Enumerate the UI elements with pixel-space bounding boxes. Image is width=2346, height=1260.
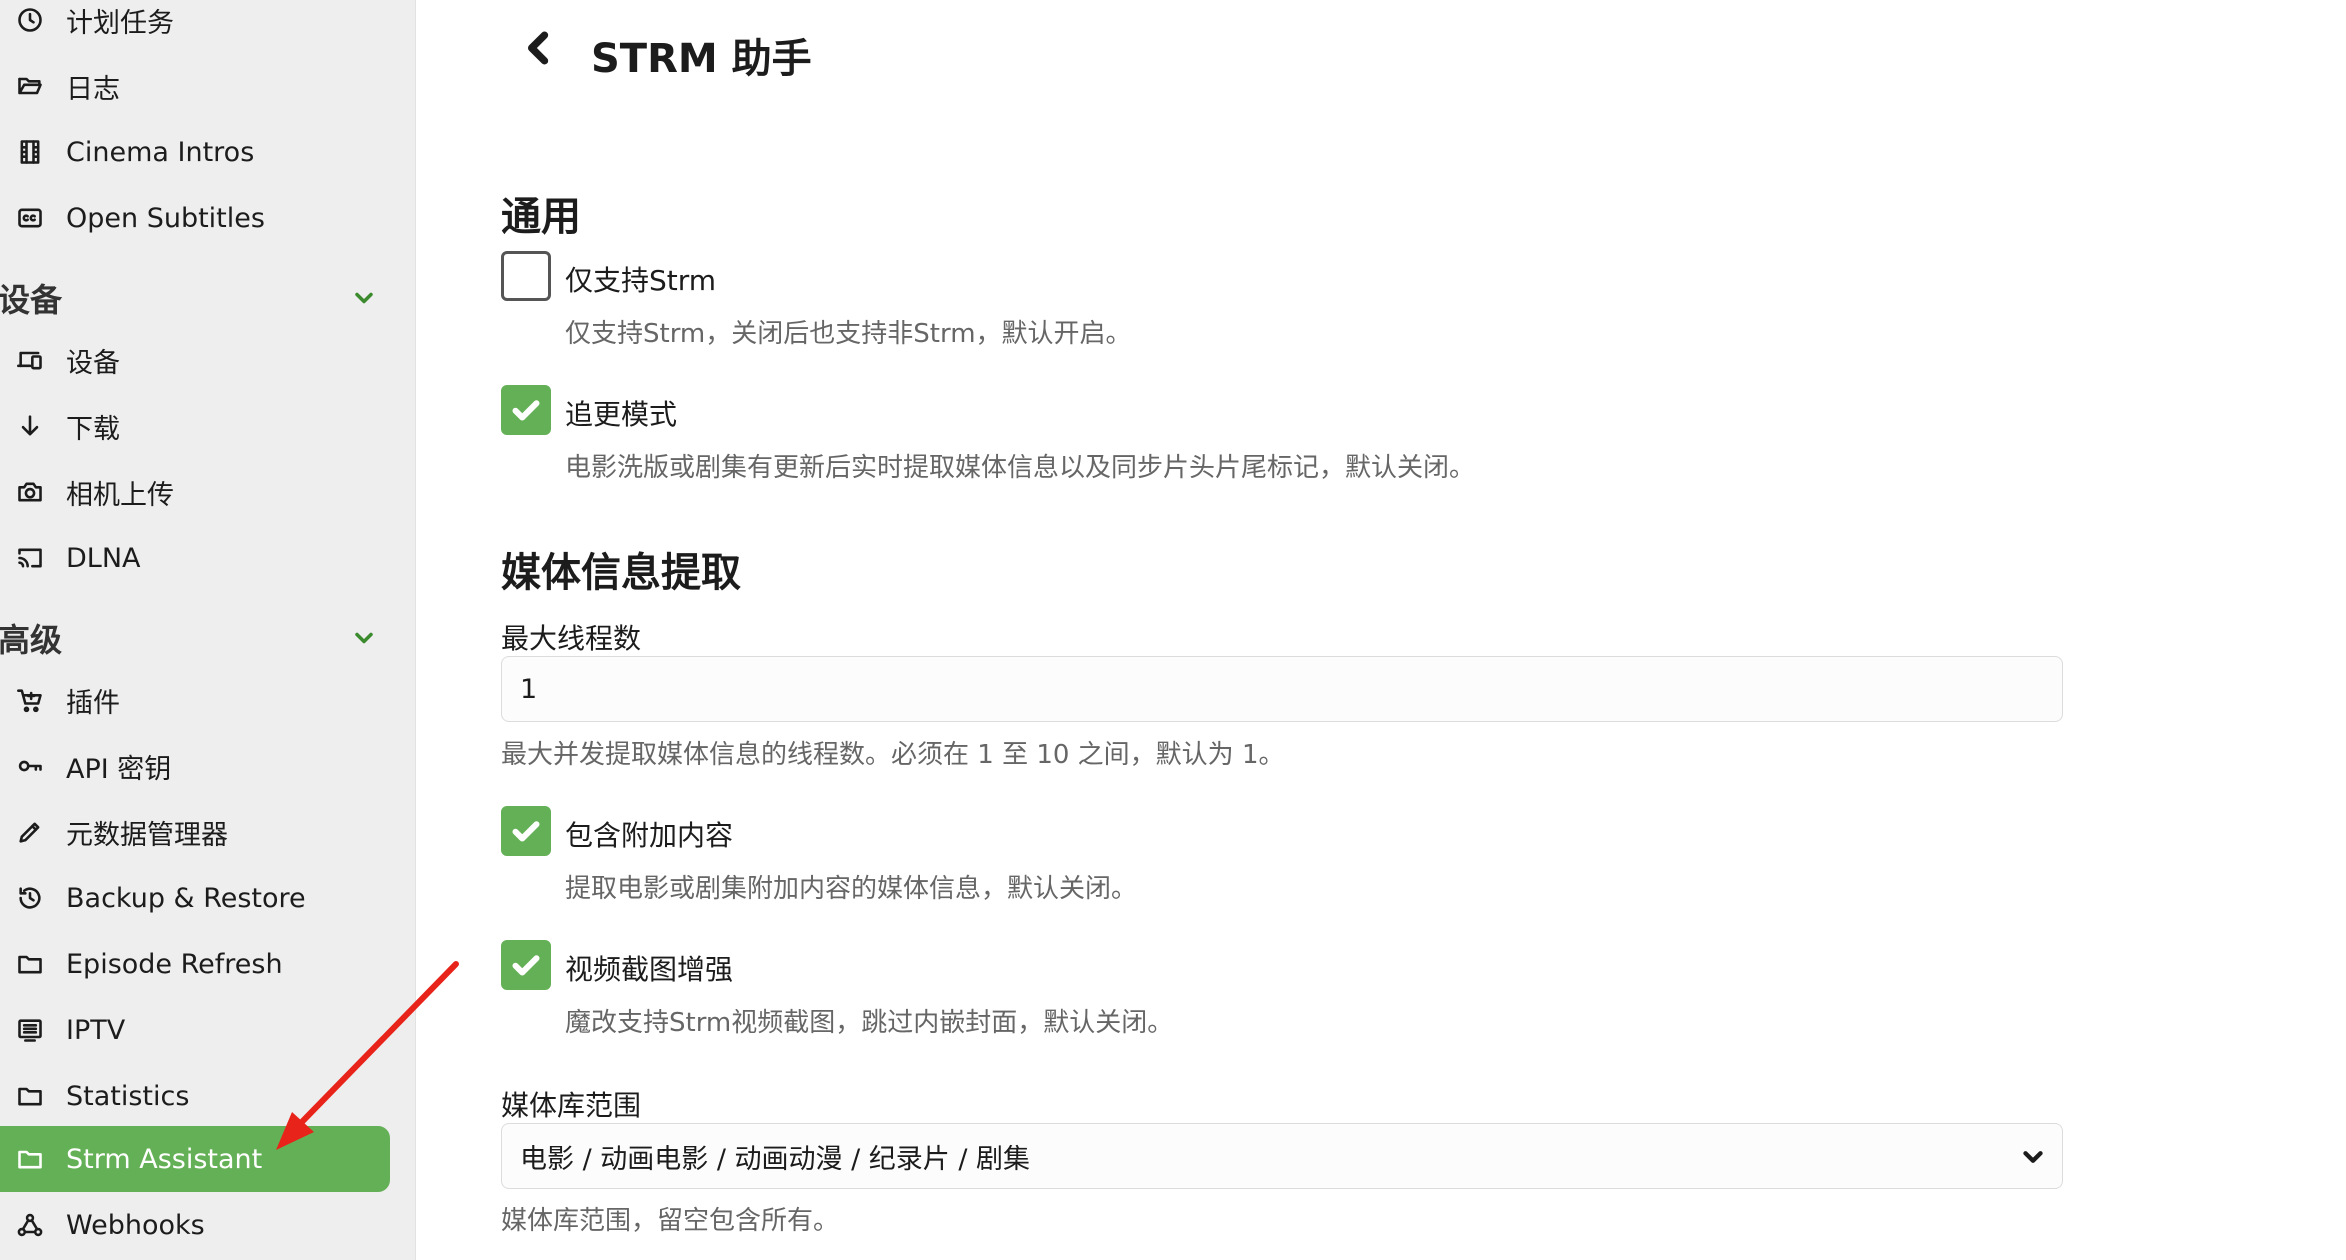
- back-button[interactable]: [517, 26, 561, 70]
- section-title: 高级: [0, 621, 63, 659]
- sidebar-item-plugins[interactable]: 插件: [0, 667, 390, 733]
- camera-icon: [16, 478, 44, 506]
- sidebar-item-statistics[interactable]: Statistics: [0, 1063, 390, 1129]
- strm-only-checkbox[interactable]: [501, 251, 551, 301]
- checkbox-label: 包含附加内容: [565, 819, 734, 852]
- section-heading-general: 通用: [501, 194, 581, 240]
- library-scope-select[interactable]: 电影 / 动画电影 / 动画动漫 / 纪录片 / 剧集: [501, 1123, 2063, 1189]
- sidebar-item-label: 日志: [66, 73, 120, 105]
- max-threads-label: 最大线程数: [501, 622, 642, 655]
- sidebar-item-label: IPTV: [66, 1014, 126, 1046]
- checkbox-label: 追更模式: [565, 398, 678, 431]
- sidebar-item-label: Webhooks: [66, 1209, 205, 1241]
- sidebar-item-label: 元数据管理器: [66, 819, 228, 851]
- key-icon: [16, 752, 44, 780]
- include-extras-help: 提取电影或剧集附加内容的媒体信息，默认关闭。: [565, 874, 1138, 904]
- sidebar-item-downloads[interactable]: 下载: [0, 393, 390, 459]
- sidebar-item-label: Strm Assistant: [66, 1143, 263, 1175]
- cart-icon: [16, 686, 44, 714]
- folder-icon: [16, 1082, 44, 1110]
- sidebar-item-episode-refresh[interactable]: Episode Refresh: [0, 931, 390, 997]
- sidebar-item-backup-restore[interactable]: Backup & Restore: [0, 865, 390, 931]
- section-header-devices[interactable]: 设备: [0, 268, 390, 328]
- webhook-icon: [16, 1211, 44, 1239]
- page-title: STRM 助手: [591, 36, 812, 82]
- sidebar-item-open-subtitles[interactable]: Open Subtitles: [0, 185, 390, 251]
- chevron-left-icon: [528, 31, 549, 65]
- sidebar-item-label: Open Subtitles: [66, 202, 265, 234]
- app-window: 计划任务 日志 Cinema Intros Open Subtitles 设备: [0, 0, 2346, 1260]
- settings-page: STRM 助手 通用 仅支持Strm 仅支持Strm，关闭后也支持非Strm，默…: [417, 0, 2346, 1260]
- sidebar-item-label: Episode Refresh: [66, 948, 283, 980]
- video-capture-help: 魔改支持Strm视频截图，跳过内嵌封面，默认关闭。: [565, 1008, 1174, 1038]
- chevron-down-icon[interactable]: [350, 284, 378, 312]
- sidebar-item-cinema-intros[interactable]: Cinema Intros: [0, 119, 390, 185]
- sidebar-item-label: Cinema Intros: [66, 136, 255, 168]
- catchup-mode-help: 电影洗版或剧集有更新后实时提取媒体信息以及同步片头片尾标记，默认关闭。: [565, 453, 1476, 483]
- list-icon: [16, 1016, 44, 1044]
- chevron-down-icon[interactable]: [350, 624, 378, 652]
- section-title: 设备: [0, 281, 63, 319]
- restore-icon: [16, 884, 44, 912]
- cc-icon: [16, 204, 44, 232]
- sidebar-item-dlna[interactable]: DLNA: [0, 525, 390, 591]
- sidebar-item-label: 设备: [66, 347, 120, 379]
- section-heading-media-extract: 媒体信息提取: [501, 550, 741, 596]
- section-header-advanced[interactable]: 高级: [0, 608, 390, 668]
- catchup-mode-checkbox[interactable]: [501, 385, 551, 435]
- sidebar-item-label: DLNA: [66, 542, 141, 574]
- strm-only-checkbox-row[interactable]: 仅支持Strm: [501, 250, 716, 302]
- sidebar-item-label: 相机上传: [66, 479, 174, 511]
- sidebar-item-label: 下载: [66, 413, 120, 445]
- check-icon: [512, 955, 540, 976]
- clock-icon: [16, 6, 44, 34]
- cast-icon: [16, 544, 44, 572]
- library-scope-label: 媒体库范围: [501, 1089, 642, 1122]
- max-threads-input[interactable]: [501, 656, 2063, 722]
- sidebar-item-camera-upload[interactable]: 相机上传: [0, 459, 390, 525]
- download-arrow-icon: [16, 412, 44, 440]
- sidebar-item-api-keys[interactable]: API 密钥: [0, 733, 390, 799]
- folder-icon: [16, 950, 44, 978]
- sidebar-item-strm-assistant[interactable]: Strm Assistant: [0, 1126, 390, 1192]
- pencil-icon: [16, 818, 44, 846]
- check-icon: [512, 821, 540, 842]
- checkbox-label: 视频截图增强: [565, 953, 734, 986]
- strm-only-help: 仅支持Strm，关闭后也支持非Strm，默认开启。: [565, 319, 1132, 349]
- check-icon: [512, 400, 540, 421]
- sidebar-item-devices[interactable]: 设备: [0, 327, 390, 393]
- sidebar-item-logs[interactable]: 日志: [0, 53, 390, 119]
- video-capture-checkbox[interactable]: [501, 940, 551, 990]
- sidebar-item-webhooks[interactable]: Webhooks: [0, 1192, 390, 1258]
- checkbox-label: 仅支持Strm: [565, 264, 717, 297]
- film-icon: [16, 138, 44, 166]
- sidebar: 计划任务 日志 Cinema Intros Open Subtitles 设备: [0, 0, 416, 1260]
- folder-open-icon: [16, 72, 44, 100]
- folder-icon: [16, 1145, 44, 1173]
- library-scope-help: 媒体库范围，留空包含所有。: [501, 1206, 840, 1236]
- sidebar-item-label: API 密钥: [66, 753, 172, 785]
- sidebar-item-label: 计划任务: [66, 7, 174, 39]
- sidebar-item-label: 插件: [66, 687, 120, 719]
- video-capture-checkbox-row[interactable]: 视频截图增强: [501, 939, 733, 991]
- sidebar-item-metadata-manager[interactable]: 元数据管理器: [0, 799, 390, 865]
- include-extras-checkbox[interactable]: [501, 806, 551, 856]
- sidebar-item-scheduled-tasks[interactable]: 计划任务: [0, 0, 390, 53]
- chevron-down-icon: [2018, 1142, 2048, 1172]
- sidebar-item-label: Backup & Restore: [66, 882, 306, 914]
- catchup-mode-checkbox-row[interactable]: 追更模式: [501, 384, 677, 436]
- include-extras-checkbox-row[interactable]: 包含附加内容: [501, 805, 733, 857]
- library-scope-value: 电影 / 动画电影 / 动画动漫 / 纪录片 / 剧集: [520, 1143, 1031, 1175]
- max-threads-help: 最大并发提取媒体信息的线程数。必须在 1 至 10 之间，默认为 1。: [501, 740, 1285, 770]
- sidebar-item-iptv[interactable]: IPTV: [0, 997, 390, 1063]
- sidebar-item-label: Statistics: [66, 1080, 190, 1112]
- devices-icon: [16, 346, 44, 374]
